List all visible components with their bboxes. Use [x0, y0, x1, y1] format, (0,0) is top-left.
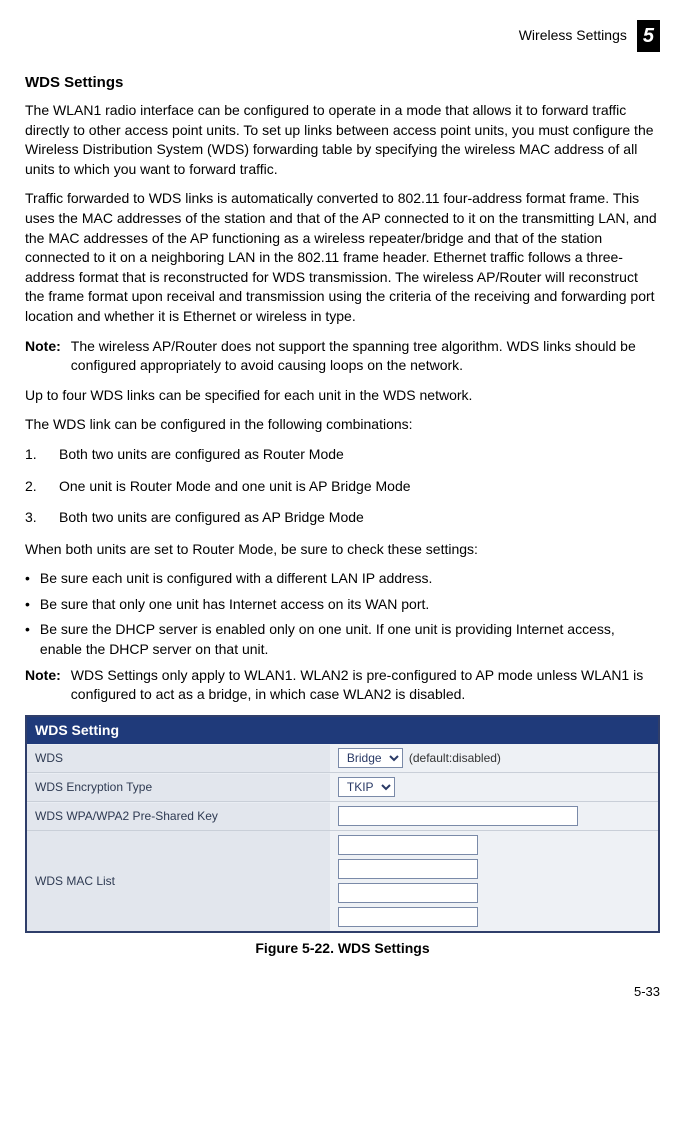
chapter-number-badge: 5	[637, 20, 660, 52]
row-encryption: WDS Encryption Type TKIP	[27, 773, 658, 802]
page-number: 5-33	[25, 983, 660, 1001]
wds-setting-panel: WDS Setting WDS Bridge (default:disabled…	[25, 715, 660, 934]
list-item: 3. Both two units are configured as AP Br…	[25, 508, 660, 528]
mac-input-3[interactable]	[338, 883, 478, 903]
section-heading: WDS Settings	[25, 72, 660, 93]
list-text: One unit is Router Mode and one unit is …	[59, 477, 411, 497]
wds-mode-select[interactable]: Bridge	[338, 748, 403, 768]
combinations-list: 1. Both two units are configured as Route…	[25, 445, 660, 528]
row-label: WDS Encryption Type	[27, 774, 330, 801]
row-label: WDS	[27, 745, 330, 772]
figure-caption: Figure 5-22. WDS Settings	[25, 939, 660, 959]
note-body: WDS Settings only apply to WLAN1. WLAN2 …	[71, 666, 660, 705]
list-item: Be sure each unit is configured with a d…	[25, 569, 660, 589]
list-item: Be sure that only one unit has Internet …	[25, 595, 660, 615]
row-wds: WDS Bridge (default:disabled)	[27, 744, 658, 773]
list-item: 1. Both two units are configured as Route…	[25, 445, 660, 465]
list-num: 3.	[25, 508, 41, 528]
mac-input-1[interactable]	[338, 835, 478, 855]
paragraph-routermode: When both units are set to Router Mode, …	[25, 540, 660, 560]
psk-input[interactable]	[338, 806, 578, 826]
row-maclist: WDS MAC List	[27, 831, 658, 931]
row-label: WDS MAC List	[27, 831, 330, 931]
note-body: The wireless AP/Router does not support …	[71, 337, 660, 376]
note-spanning-tree: Note: The wireless AP/Router does not su…	[25, 337, 660, 376]
list-text: Both two units are configured as Router …	[59, 445, 344, 465]
paragraph-combinations: The WDS link can be configured in the fo…	[25, 415, 660, 435]
row-label: WDS WPA/WPA2 Pre-Shared Key	[27, 803, 330, 830]
paragraph-uptofour: Up to four WDS links can be specified fo…	[25, 386, 660, 406]
list-text: Be sure that only one unit has Internet …	[40, 595, 429, 615]
note-label: Note:	[25, 666, 61, 705]
paragraph-intro-1: The WLAN1 radio interface can be configu…	[25, 101, 660, 179]
row-control: TKIP	[330, 773, 658, 801]
routermode-checklist: Be sure each unit is configured with a d…	[25, 569, 660, 659]
row-psk: WDS WPA/WPA2 Pre-Shared Key	[27, 802, 658, 831]
wds-encryption-select[interactable]: TKIP	[338, 777, 395, 797]
list-text: Both two units are configured as AP Brid…	[59, 508, 364, 528]
breadcrumb: Wireless Settings	[519, 26, 627, 46]
row-control: Bridge (default:disabled)	[330, 744, 658, 772]
note-wlan2: Note: WDS Settings only apply to WLAN1. …	[25, 666, 660, 705]
list-text: Be sure each unit is configured with a d…	[40, 569, 433, 589]
row-control	[330, 802, 658, 830]
mac-input-2[interactable]	[338, 859, 478, 879]
list-num: 2.	[25, 477, 41, 497]
list-item: Be sure the DHCP server is enabled only …	[25, 620, 660, 659]
row-control	[330, 831, 658, 931]
list-num: 1.	[25, 445, 41, 465]
list-text: Be sure the DHCP server is enabled only …	[40, 620, 660, 659]
figure-wds-settings: WDS Setting WDS Bridge (default:disabled…	[25, 715, 660, 959]
mac-inputs-group	[338, 835, 478, 927]
paragraph-intro-2: Traffic forwarded to WDS links is automa…	[25, 189, 660, 326]
panel-title: WDS Setting	[27, 717, 658, 745]
default-hint: (default:disabled)	[409, 750, 501, 767]
mac-input-4[interactable]	[338, 907, 478, 927]
list-item: 2. One unit is Router Mode and one unit i…	[25, 477, 660, 497]
page-header: Wireless Settings 5	[25, 20, 660, 52]
note-label: Note:	[25, 337, 61, 376]
